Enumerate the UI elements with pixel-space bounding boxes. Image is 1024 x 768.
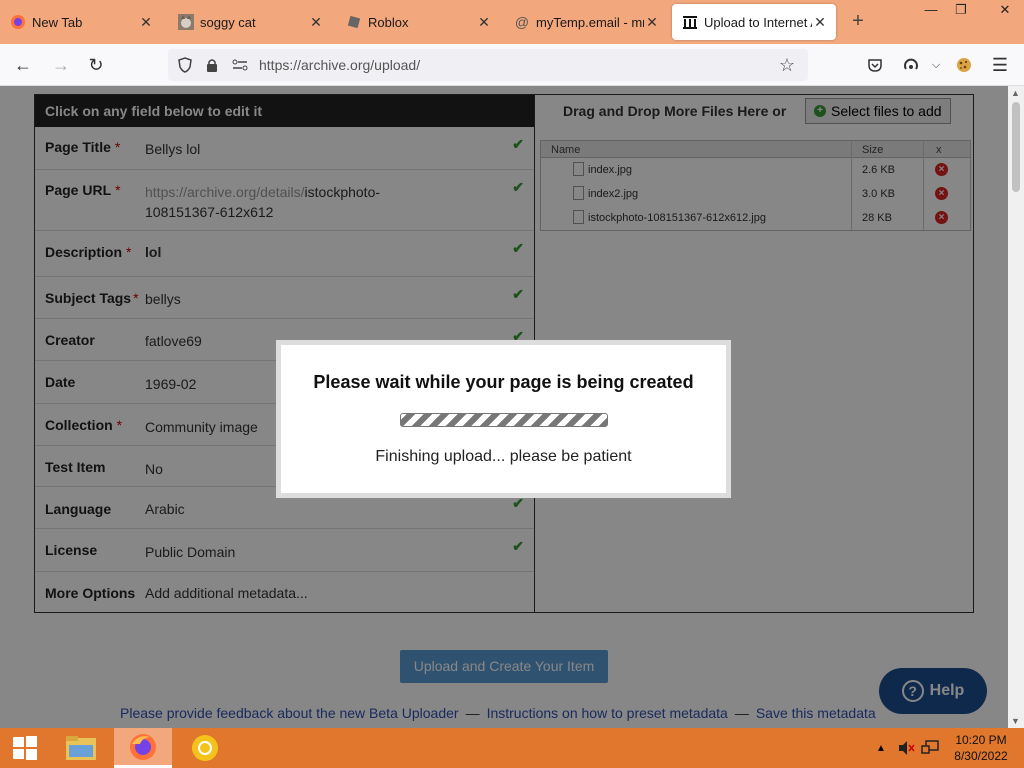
tab-soggy-cat[interactable]: soggy cat ✕ [168, 0, 332, 44]
new-tab-button[interactable]: + [848, 10, 868, 33]
network-button[interactable] [920, 728, 940, 768]
hamburger-menu-icon: ☰ [991, 54, 1009, 75]
taskbar-firefox[interactable] [114, 728, 172, 768]
sync-account-icon [904, 58, 918, 70]
minimize-button[interactable]: — [916, 0, 946, 20]
address-bar[interactable]: https://archive.org/upload/ ☆ [168, 49, 808, 81]
archive-icon [682, 14, 698, 30]
close-icon[interactable]: ✕ [476, 14, 492, 31]
page-scrollbar[interactable]: ▲ ▼ [1008, 86, 1024, 728]
system-clock[interactable]: 10:20 PM 8/30/2022 [950, 732, 1012, 764]
show-hidden-icons-button[interactable]: ▲ [872, 728, 890, 768]
navigation-bar: ← → ↻ https://archive.org/upload/ ☆ ⌵ ☰ [0, 44, 1024, 86]
clock-time: 10:20 PM [955, 733, 1007, 747]
shield-icon[interactable] [176, 56, 194, 74]
cookie-icon [957, 58, 971, 72]
volume-muted-icon [899, 741, 915, 755]
account-dropdown-button[interactable]: ⌵ [923, 52, 949, 78]
close-icon[interactable]: ✕ [644, 14, 660, 31]
scroll-thumb[interactable] [1012, 102, 1020, 192]
chevron-up-icon: ▲ [876, 742, 886, 754]
menu-button[interactable]: ☰ [987, 52, 1013, 78]
taskbar-file-explorer[interactable] [58, 728, 104, 768]
url-text[interactable]: https://archive.org/upload/ [259, 57, 420, 73]
at-sign-icon: @ [514, 14, 530, 30]
scroll-down-icon[interactable]: ▼ [1011, 716, 1020, 726]
volume-button[interactable] [896, 728, 916, 768]
lock-icon[interactable] [203, 56, 221, 74]
maximize-button[interactable]: ❐ [946, 0, 976, 20]
pocket-button[interactable] [862, 52, 888, 78]
reload-button[interactable]: ↻ [83, 52, 109, 78]
tab-bar: New Tab ✕ soggy cat ✕ Roblox ✕ @ myTemp.… [0, 0, 1024, 44]
extension-button[interactable] [951, 52, 977, 78]
permissions-icon[interactable] [231, 56, 249, 74]
close-icon[interactable]: ✕ [138, 14, 154, 31]
pocket-icon [868, 59, 882, 72]
reload-icon: ↻ [88, 54, 104, 75]
forward-arrow-icon: → [52, 54, 70, 75]
tab-upload-internet-archive[interactable]: Upload to Internet Ar ✕ [672, 4, 836, 40]
window-close-button[interactable]: ✕ [990, 0, 1020, 20]
folder-icon [66, 736, 96, 760]
dialog-message: Finishing upload... please be patient [375, 448, 632, 465]
account-button[interactable] [898, 52, 924, 78]
network-icon [921, 740, 939, 754]
scroll-up-icon[interactable]: ▲ [1011, 88, 1020, 98]
chevron-down-icon: ⌵ [931, 58, 941, 71]
tab-mytemp-email[interactable]: @ myTemp.email - mm ✕ [504, 0, 668, 44]
forward-button[interactable]: → [48, 52, 74, 78]
close-icon[interactable]: ✕ [308, 14, 324, 31]
tab-new-tab[interactable]: New Tab ✕ [0, 0, 162, 44]
close-icon[interactable]: ✕ [812, 14, 828, 31]
roblox-icon [346, 14, 362, 30]
back-button[interactable]: ← [10, 52, 36, 78]
firefox-icon [130, 733, 156, 760]
progress-bar [400, 413, 608, 427]
bookmark-star-icon[interactable]: ☆ [778, 55, 796, 75]
chrome-icon [192, 735, 218, 761]
windows-logo-icon [13, 736, 37, 760]
taskbar-chrome[interactable] [180, 728, 230, 768]
progress-dialog: Please wait while your page is being cre… [276, 340, 731, 498]
back-arrow-icon: ← [14, 54, 32, 75]
firefox-icon [10, 14, 26, 30]
cat-favicon-icon [178, 14, 194, 30]
dialog-title: Please wait while your page is being cre… [313, 372, 694, 392]
taskbar: ▲ 10:20 PM 8/30/2022 [0, 728, 1024, 768]
start-button[interactable] [0, 728, 50, 768]
tab-roblox[interactable]: Roblox ✕ [336, 0, 500, 44]
clock-date: 8/30/2022 [954, 749, 1008, 763]
